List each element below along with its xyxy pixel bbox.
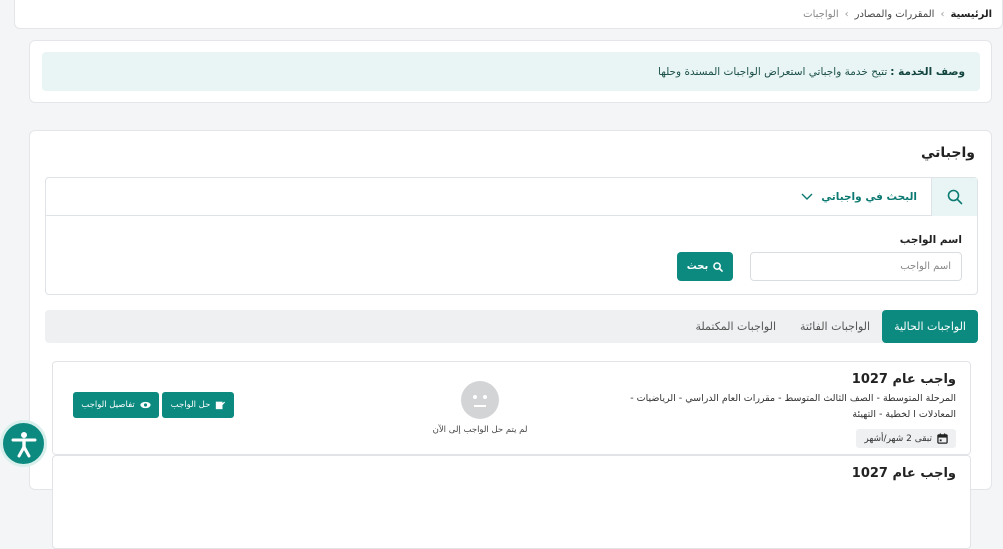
tab-current[interactable]: الواجبات الحالية <box>882 310 978 343</box>
breadcrumb-current: الواجبات <box>803 8 839 20</box>
assignments-card: واجباتي البحث في واجباتي اسم الواجب بحث … <box>29 130 992 549</box>
eye-icon <box>140 401 151 409</box>
breadcrumb: الرئيسية › المقررات والمصادر › الواجبات <box>14 0 1003 29</box>
assignment-name-input[interactable] <box>750 252 962 281</box>
breadcrumb-separator: › <box>844 8 849 20</box>
assignment-item: واجب عام 1027 المرحلة المتوسطة - الصف ال… <box>52 361 971 455</box>
search-panel-header: البحث في واجباتي <box>46 178 977 216</box>
tab-missed[interactable]: الواجبات الفائتة <box>788 310 882 343</box>
service-description-label: وصف الخدمة : <box>890 65 965 78</box>
search-icon <box>713 261 724 272</box>
search-button[interactable]: بحث <box>677 252 733 281</box>
service-description-card: وصف الخدمة : تتيح خدمة واجباتي استعراض ا… <box>29 40 992 103</box>
page-title: واجباتي <box>921 145 975 161</box>
search-panel: البحث في واجباتي اسم الواجب بحث <box>45 177 978 295</box>
search-toggle[interactable]: البحث في واجباتي <box>801 178 917 216</box>
service-description: وصف الخدمة : تتيح خدمة واجباتي استعراض ا… <box>42 52 980 91</box>
solve-assignment-label: حل الواجب <box>170 400 211 410</box>
breadcrumb-courses[interactable]: المقررات والمصادر <box>855 9 935 20</box>
edit-icon <box>216 401 226 410</box>
assignment-details-label: تفاصيل الواجب <box>81 400 135 410</box>
remaining-time-text: تبقى 2 شهر/أشهر <box>864 433 932 444</box>
search-icon <box>931 178 977 216</box>
assignment-status: لم يتم حل الواجب إلى الآن <box>425 381 535 435</box>
assignment-path: المرحلة المتوسطة - الصف الثالث المتوسط -… <box>630 393 956 420</box>
chevron-down-icon <box>801 193 813 200</box>
search-button-label: بحث <box>686 261 709 272</box>
remaining-time-badge: تبقى 2 شهر/أشهر <box>856 429 956 448</box>
assignment-status-text: لم يتم حل الواجب إلى الآن <box>432 425 528 435</box>
service-description-text: تتيح خدمة واجباتي استعراض الواجبات المسن… <box>658 65 888 78</box>
breadcrumb-separator: › <box>940 8 945 20</box>
assignment-name-label: اسم الواجب <box>899 234 962 246</box>
tab-completed[interactable]: الواجبات المكتملة <box>683 310 788 343</box>
assignment-details-button[interactable]: تفاصيل الواجب <box>73 392 159 418</box>
solve-assignment-button[interactable]: حل الواجب <box>162 392 234 418</box>
accessibility-icon <box>11 431 36 457</box>
assignment-title: واجب عام 1027 <box>851 372 956 387</box>
accessibility-button[interactable] <box>0 420 47 467</box>
calendar-icon <box>937 433 948 444</box>
breadcrumb-home[interactable]: الرئيسية <box>950 9 992 20</box>
neutral-face-icon <box>461 381 499 419</box>
assignment-item: واجب عام 1027 <box>52 455 971 549</box>
search-toggle-label: البحث في واجباتي <box>821 191 917 203</box>
assignment-tabs: الواجبات الحالية الواجبات الفائتة الواجب… <box>45 310 978 343</box>
